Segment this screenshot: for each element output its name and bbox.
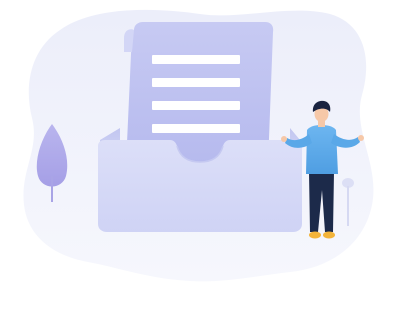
empty-state-illustration <box>0 0 399 329</box>
paper-line <box>152 55 240 64</box>
paper-line <box>152 101 240 110</box>
paper-line <box>152 124 240 133</box>
illustration-canvas <box>23 9 374 282</box>
paper-line <box>152 78 240 87</box>
